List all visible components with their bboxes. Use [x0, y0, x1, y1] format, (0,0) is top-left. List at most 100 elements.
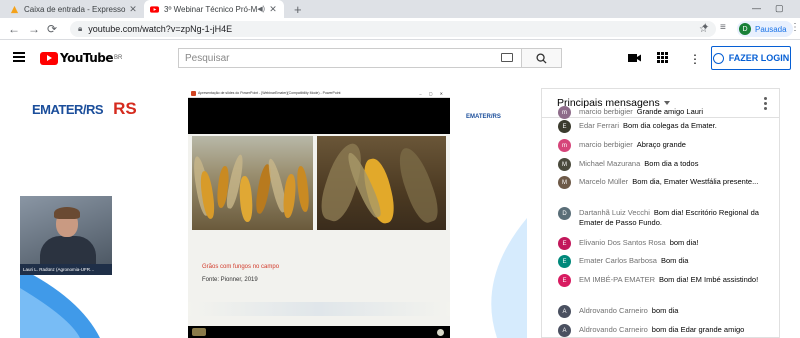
powerpoint-window: Apresentação de slides do PowerPoint - [… [188, 89, 450, 338]
emater-logo: EMATER/RS RS [32, 99, 137, 119]
profile-status: Pausada [755, 24, 787, 34]
avatar[interactable]: M [558, 176, 571, 189]
chat-message-text: EM IMBÉ-PA EMATER Bom dia! EM Imbé assist… [579, 275, 771, 285]
login-button[interactable]: FAZER LOGIN [711, 46, 791, 70]
chat-message: M Marcelo Müller Bom dia, Emater Westfália… [542, 176, 779, 189]
tab-expresso[interactable]: Caixa de entrada - Expresso Livre ✕ [4, 0, 144, 18]
user-circle-icon [712, 52, 724, 64]
chat-author[interactable]: Dartanhã Luiz Vecchi [579, 208, 650, 217]
youtube-play-icon [40, 51, 58, 65]
chat-body: Abraço grande [636, 140, 686, 149]
avatar[interactable]: m [558, 139, 571, 152]
chat-message-text: Elivanio Dos Santos Rosa bom dia! [579, 238, 771, 248]
chat-author[interactable]: Michael Mazurana [579, 159, 640, 168]
settings-more-icon[interactable]: ⋮ [689, 52, 701, 66]
chat-author[interactable]: marcio berbigier [579, 107, 633, 116]
emater-logo-small: EMATER/RS [466, 114, 501, 120]
chat-body: Bom dia colegas da Emater. [623, 121, 717, 130]
chat-author[interactable]: Edar Ferrari [579, 121, 619, 130]
corn-photo-1 [192, 136, 313, 230]
youtube-masthead: YouTube BR Pesquisar ⋮ FAZER LOGIN [0, 40, 800, 76]
youtube-wordmark: YouTube [60, 51, 114, 65]
speaker-icon[interactable]: ◀) [257, 5, 265, 13]
chat-message-text: Michael Mazurana Bom dia a todos [579, 159, 771, 169]
youtube-logo[interactable]: YouTube BR [40, 51, 122, 65]
live-chat-panel: Principais mensagens m marcio berbigier Gr… [541, 88, 780, 338]
apps-grid-icon[interactable] [657, 52, 668, 63]
presenter-hair [54, 207, 80, 219]
slide-bottom-bar [188, 326, 450, 338]
hamburger-menu-icon[interactable] [13, 52, 25, 62]
region-code: BR [114, 55, 123, 61]
avatar[interactable]: E [558, 237, 571, 250]
tab-title: Caixa de entrada - Expresso Livre [24, 4, 128, 14]
avatar[interactable]: E [558, 274, 571, 287]
chat-author[interactable]: Emater Carlos Barbosa [579, 256, 657, 265]
chat-message-text: Dartanhã Luiz Vecchi Bom dia! Escritório … [579, 208, 771, 228]
chat-message: E Edar Ferrari Bom dia colegas da Emater. [542, 120, 779, 133]
chat-body: bom dia Edar grande amigo [651, 325, 745, 334]
login-label: FAZER LOGIN [728, 53, 790, 63]
decorative-wave-right [491, 218, 527, 338]
chat-message: m marcio berbigier Abraço grande [542, 139, 779, 152]
chat-message: A Aldrovando Carneiro bom dia [542, 305, 779, 318]
slide-decoration [188, 302, 450, 316]
slide-thumbnail-icon [192, 328, 206, 336]
window-controls: – ▢ ✕ [419, 90, 446, 96]
chevron-down-icon[interactable] [663, 101, 670, 105]
profile-chip[interactable]: D Pausada [737, 21, 793, 37]
back-icon[interactable]: ← [8, 22, 20, 36]
avatar[interactable]: A [558, 305, 571, 318]
reload-icon[interactable]: ⟳ [47, 22, 57, 36]
powerpoint-icon [191, 91, 196, 96]
maximize-icon[interactable]: ▢ [775, 3, 784, 14]
chat-author[interactable]: Marcelo Müller [579, 177, 628, 186]
create-video-icon[interactable] [628, 53, 641, 63]
close-tab-icon[interactable]: ✕ [268, 4, 278, 15]
video-player[interactable]: EMATER/RS RS EMATER/RS Lauri L. Radünz (… [20, 89, 527, 338]
chat-message-text: marcio berbigier Grande amigo Lauri [579, 107, 771, 117]
chat-message-text: Marcelo Müller Bom dia, Emater Westfália … [579, 177, 771, 187]
avatar[interactable]: E [558, 120, 571, 133]
avatar[interactable]: E [558, 255, 571, 268]
webcam-feed [20, 196, 112, 266]
chat-body: Grande amigo Lauri [636, 107, 704, 116]
tab-youtube[interactable]: 3º Webinar Técnico Pró-Milh ◀) ✕ [144, 0, 284, 18]
menu-icon[interactable]: ⋮ [790, 22, 800, 33]
search-placeholder: Pesquisar [185, 52, 230, 64]
minimize-icon[interactable]: — [752, 3, 761, 13]
chat-message: M Michael Mazurana Bom dia a todos [542, 158, 779, 171]
keyboard-icon[interactable] [501, 53, 513, 62]
chat-message: E EM IMBÉ-PA EMATER Bom dia! EM Imbé assis… [542, 274, 779, 287]
chat-body: Bom dia, Emater Westfália presente... [632, 177, 759, 186]
search-icon [536, 52, 547, 64]
search-input[interactable]: Pesquisar [178, 48, 522, 68]
url-text: youtube.com/watch?v=zpNg-1-jH4E [88, 24, 233, 34]
chat-body: bom dia! [669, 238, 699, 247]
slide-corner-logo [437, 329, 444, 336]
chat-author[interactable]: EM IMBÉ-PA EMATER [579, 275, 655, 284]
new-tab-button[interactable]: + [294, 2, 302, 17]
chat-author[interactable]: Elivanio Dos Santos Rosa [579, 238, 666, 247]
slide-caption: Grãos com fungos no campo [202, 264, 280, 270]
address-bar[interactable]: 🔒︎ youtube.com/watch?v=zpNg-1-jH4E ☆ [70, 21, 716, 37]
avatar: D [739, 23, 751, 35]
extensions-icon[interactable]: ✦ [701, 22, 709, 33]
avatar[interactable]: A [558, 324, 571, 337]
forward-icon[interactable]: → [28, 22, 40, 36]
chat-author[interactable]: Aldrovando Carneiro [579, 306, 648, 315]
search-button[interactable] [522, 48, 562, 68]
chat-author[interactable]: Aldrovando Carneiro [579, 325, 648, 334]
chat-author[interactable]: marcio berbigier [579, 140, 633, 149]
chat-message: D Dartanhã Luiz Vecchi Bom dia! Escritório… [542, 207, 779, 228]
close-tab-icon[interactable]: ✕ [128, 4, 138, 15]
lock-icon: 🔒︎ [78, 24, 83, 33]
chat-message-text: Aldrovando Carneiro bom dia [579, 306, 771, 316]
avatar[interactable]: m [558, 106, 571, 119]
chat-message-text: Emater Carlos Barbosa Bom dia [579, 256, 771, 266]
avatar[interactable]: M [558, 158, 571, 171]
reading-list-icon[interactable]: ≡ [720, 22, 726, 33]
avatar[interactable]: D [558, 207, 571, 220]
presenter-body [40, 236, 96, 266]
powerpoint-titlebar: Apresentação de slides do PowerPoint - [… [188, 89, 450, 98]
